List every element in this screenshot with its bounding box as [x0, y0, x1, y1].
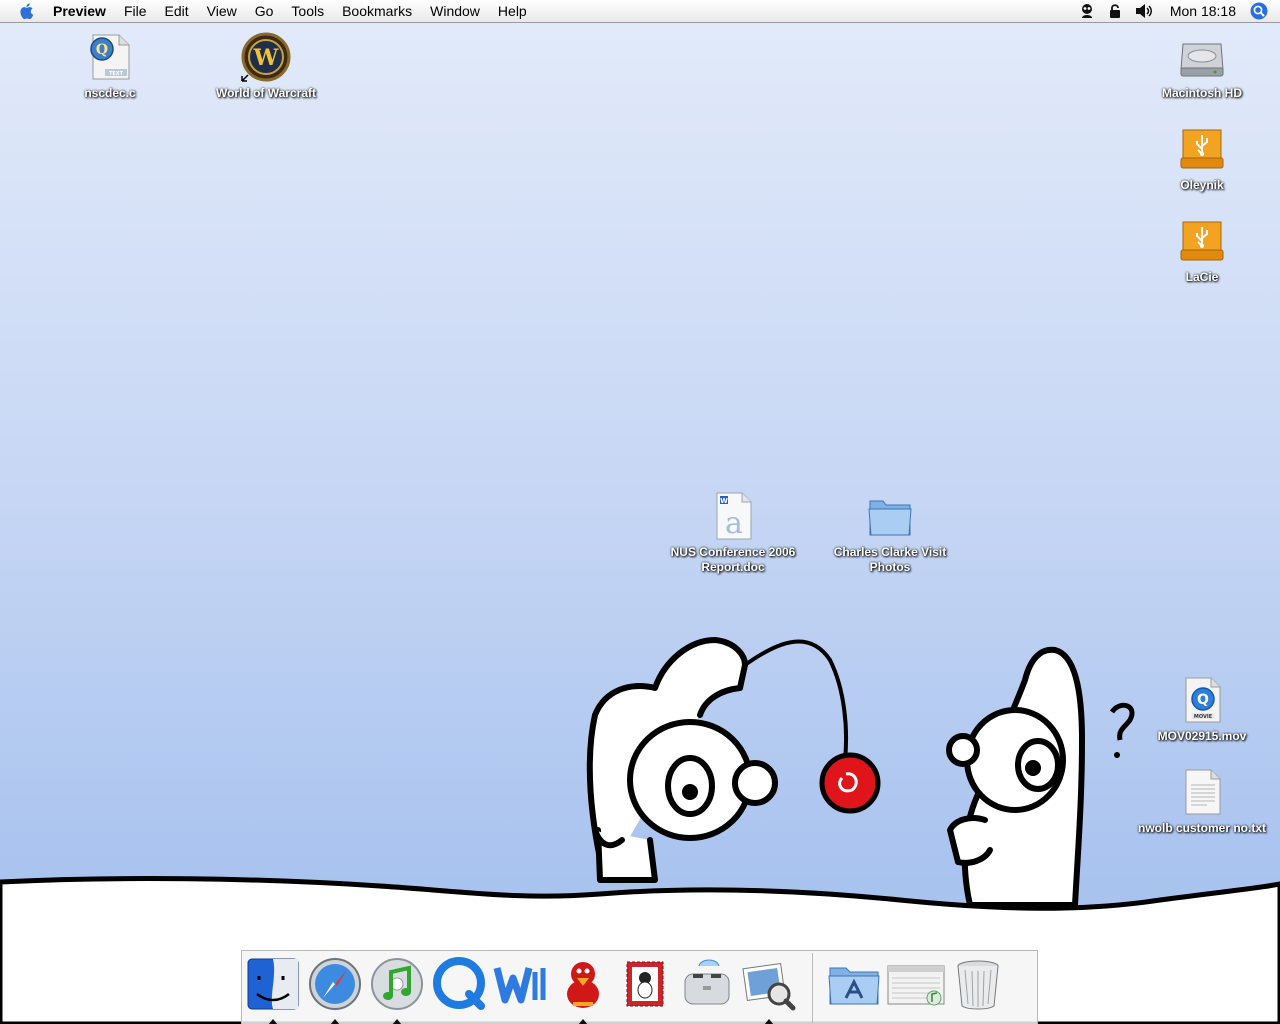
spotlight-icon[interactable] — [1244, 0, 1280, 22]
dock-item-adium[interactable] — [552, 951, 614, 1024]
dock-separator — [812, 953, 813, 1023]
dock-item-itunes[interactable] — [366, 951, 428, 1024]
usb-drive-icon — [1175, 214, 1229, 268]
svg-text:a: a — [725, 506, 743, 541]
user-icon[interactable] — [1072, 0, 1102, 22]
svg-text:Q: Q — [1197, 692, 1209, 708]
running-indicator — [268, 1019, 278, 1024]
text-file-icon: TEXT Q — [83, 30, 137, 84]
menu-view[interactable]: View — [198, 0, 246, 22]
running-indicator — [330, 1019, 340, 1024]
menu-edit[interactable]: Edit — [156, 0, 198, 22]
desktop-icon-nwolb[interactable]: nwolb customer no.txt — [1137, 765, 1267, 836]
applications-folder-icon — [828, 967, 880, 1005]
running-indicator — [764, 1019, 774, 1024]
menu-bar: Preview File Edit View Go Tools Bookmark… — [0, 0, 1280, 23]
movie-file-icon: Q MOVIE — [1175, 673, 1229, 727]
desktop-icon-label: MOV02915.mov — [1157, 729, 1247, 743]
finder-icon — [247, 958, 299, 1010]
menu-help[interactable]: Help — [489, 0, 536, 22]
svg-text:W: W — [253, 45, 279, 71]
desktop-icon-label: World of Warcraft — [215, 86, 316, 100]
dock-item-quicktime[interactable] — [428, 951, 490, 1024]
word-document-icon: W a — [706, 489, 760, 543]
dock-item-toast[interactable] — [676, 951, 738, 1024]
dock-item-safari[interactable] — [304, 951, 366, 1024]
desktop-icon-mov02915[interactable]: Q MOVIE MOV02915.mov — [1137, 673, 1267, 744]
desktop-icon-label: Macintosh HD — [1161, 86, 1242, 100]
desktop-icon-nscdec[interactable]: TEXT Q nscdec.c — [45, 30, 175, 101]
desktop-icon-lacie[interactable]: LaCie — [1137, 214, 1267, 285]
itunes-icon — [371, 958, 423, 1010]
menu-window[interactable]: Window — [421, 0, 489, 22]
svg-text:Q: Q — [96, 42, 108, 58]
trash-icon — [957, 960, 999, 1010]
wallpaper-illustration — [0, 637, 1280, 1024]
preview-icon — [742, 962, 796, 1011]
warcraft-alias-icon: W — [239, 30, 293, 84]
safari-icon — [309, 958, 361, 1010]
desktop-icon-label: nwolb customer no.txt — [1137, 821, 1266, 835]
stamp-icon — [626, 961, 664, 1007]
desktop-icon-label: LaCie — [1185, 270, 1219, 284]
window-icon — [887, 965, 945, 1006]
menu-app-name[interactable]: Preview — [44, 0, 115, 22]
dock-item-word[interactable] — [490, 951, 552, 1024]
desktop-icon-label: nscdec.c — [84, 86, 136, 100]
menu-bookmarks[interactable]: Bookmarks — [333, 0, 421, 22]
desktop-icon-charles-clarke-photos[interactable]: Charles Clarke Visit Photos — [825, 489, 955, 575]
clock[interactable]: Mon 18:18 — [1160, 0, 1244, 22]
desktop-icon-label: Oleynik — [1180, 178, 1224, 192]
dock — [241, 950, 1038, 1024]
menu-tools[interactable]: Tools — [282, 0, 333, 22]
menu-extras: Mon 18:18 — [1072, 0, 1280, 22]
dock-item-preview[interactable] — [738, 951, 800, 1024]
menu-go[interactable]: Go — [246, 0, 283, 22]
apple-menu-icon[interactable] — [16, 0, 38, 22]
lock-icon[interactable] — [1102, 0, 1128, 22]
dock-item-trash[interactable] — [947, 951, 1009, 1024]
volume-icon[interactable] — [1128, 0, 1160, 22]
adium-duck-icon — [567, 962, 599, 1008]
desktop-icon-nus-report[interactable]: W a NUS Conference 2006 Report.doc — [668, 489, 798, 575]
desktop: Preview File Edit View Go Tools Bookmark… — [0, 0, 1280, 1024]
usb-drive-icon — [1175, 122, 1229, 176]
svg-text:TEXT: TEXT — [109, 71, 124, 77]
toaster-icon — [684, 959, 730, 1005]
dock-item-stamp[interactable] — [614, 951, 676, 1024]
running-indicator — [578, 1019, 588, 1024]
desktop-icon-world-of-warcraft[interactable]: W World of Warcraft — [201, 30, 331, 101]
desktop-icon-macintosh-hd[interactable]: Macintosh HD — [1137, 30, 1267, 101]
folder-icon — [863, 489, 917, 543]
hard-drive-icon — [1175, 30, 1229, 84]
svg-text:MOVIE: MOVIE — [1194, 714, 1213, 720]
dock-item-applications[interactable] — [823, 951, 885, 1024]
menu-file[interactable]: File — [115, 0, 156, 22]
dock-item-finder[interactable] — [242, 951, 304, 1024]
running-indicator — [392, 1019, 402, 1024]
desktop-icon-label: Charles Clarke Visit Photos — [833, 545, 947, 574]
desktop-icon-oleynik[interactable]: Oleynik — [1137, 122, 1267, 193]
quicktime-icon — [433, 957, 485, 1010]
svg-text:W: W — [720, 497, 728, 505]
desktop-icon-label: NUS Conference 2006 Report.doc — [670, 545, 796, 574]
dock-item-music-window[interactable] — [885, 951, 947, 1024]
word-icon — [493, 967, 546, 1004]
text-file-icon — [1175, 765, 1229, 819]
